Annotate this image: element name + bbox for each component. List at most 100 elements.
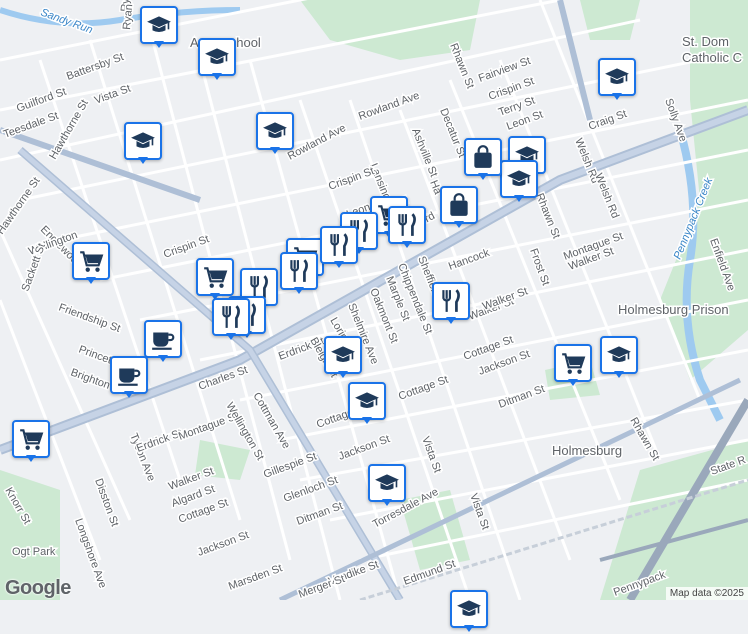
- pin-box: [554, 344, 592, 382]
- school-icon: [605, 68, 629, 85]
- pin-box: [124, 122, 162, 160]
- pin-tail: [124, 391, 134, 398]
- restaurant-pin[interactable]: [280, 252, 318, 296]
- pin-tail: [478, 173, 488, 180]
- grocery-cart-icon: [20, 429, 44, 450]
- cafe-pin[interactable]: [144, 320, 182, 364]
- pin-tail: [568, 379, 578, 386]
- restaurant-pin[interactable]: [388, 206, 426, 250]
- map-attribution: Map data ©2025: [665, 587, 748, 600]
- school-pin[interactable]: [124, 122, 162, 166]
- pin-box: [440, 186, 478, 224]
- school-icon: [205, 48, 229, 65]
- restaurant-icon: [442, 289, 460, 312]
- pin-tail: [212, 73, 222, 80]
- school-icon: [355, 392, 379, 409]
- restaurant-pin[interactable]: [320, 226, 358, 270]
- pin-tail: [514, 195, 524, 202]
- restaurant-pin[interactable]: [432, 282, 470, 326]
- pin-box: [12, 420, 50, 458]
- grocery-cart-icon: [80, 251, 104, 272]
- school-pin[interactable]: [348, 382, 386, 426]
- cafe-icon: [152, 332, 175, 350]
- grocery-pin[interactable]: [12, 420, 50, 464]
- pin-tail: [138, 157, 148, 164]
- school-pin[interactable]: [450, 590, 488, 634]
- restaurant-pin[interactable]: [212, 298, 250, 342]
- grocery-cart-icon: [204, 267, 228, 288]
- pin-box: [450, 590, 488, 628]
- pin-box: [144, 320, 182, 358]
- place-label-prison: Holmesburg Prison: [618, 302, 729, 317]
- shopping-pin[interactable]: [464, 138, 502, 182]
- street-label: Ogt Park: [12, 546, 56, 558]
- pin-tail: [382, 499, 392, 506]
- grocery-cart-icon: [562, 353, 586, 374]
- pin-box: [324, 336, 362, 374]
- restaurant-icon: [222, 305, 240, 328]
- restaurant-icon: [398, 213, 416, 236]
- shopping-bag-icon: [474, 145, 492, 168]
- school-pin[interactable]: [368, 464, 406, 508]
- cafe-pin[interactable]: [110, 356, 148, 400]
- pin-tail: [338, 371, 348, 378]
- pin-tail: [446, 317, 456, 324]
- school-icon: [375, 474, 399, 491]
- pin-box: [212, 298, 250, 336]
- google-logo: Google: [5, 577, 71, 599]
- restaurant-icon: [330, 233, 348, 256]
- school-pin[interactable]: [256, 112, 294, 156]
- pin-box: [598, 58, 636, 96]
- pin-box: [72, 242, 110, 280]
- pin-tail: [612, 93, 622, 100]
- pin-box: [140, 6, 178, 44]
- pin-box: [196, 258, 234, 296]
- shopping-pin[interactable]: [440, 186, 478, 230]
- school-icon: [607, 346, 631, 363]
- grocery-pin[interactable]: [72, 242, 110, 286]
- pin-box: [110, 356, 148, 394]
- pin-tail: [226, 333, 236, 340]
- school-icon: [507, 170, 531, 187]
- pin-box: [198, 38, 236, 76]
- pin-tail: [294, 287, 304, 294]
- school-pin[interactable]: [600, 336, 638, 380]
- pin-tail: [362, 417, 372, 424]
- school-pin[interactable]: [500, 160, 538, 204]
- pin-tail: [454, 221, 464, 228]
- school-pin[interactable]: [140, 6, 178, 50]
- pin-tail: [158, 355, 168, 362]
- pin-tail: [464, 625, 474, 632]
- pin-box: [368, 464, 406, 502]
- pin-box: [320, 226, 358, 264]
- place-label-holmesburg: Holmesburg: [552, 443, 622, 458]
- pin-box: [280, 252, 318, 290]
- pin-box: [348, 382, 386, 420]
- place-label-catholic: Catholic C: [682, 50, 742, 65]
- pin-box: [388, 206, 426, 244]
- school-pin[interactable]: [324, 336, 362, 380]
- school-icon: [131, 132, 155, 149]
- pin-tail: [614, 371, 624, 378]
- pin-tail: [334, 261, 344, 268]
- pin-box: [500, 160, 538, 198]
- grocery-pin[interactable]: [554, 344, 592, 388]
- place-label-stdom: St. Dom: [682, 34, 729, 49]
- shopping-bag-icon: [450, 193, 468, 216]
- pin-tail: [26, 455, 36, 462]
- street-label: Ryan: [121, 4, 135, 31]
- school-icon: [331, 346, 355, 363]
- school-pin[interactable]: [198, 38, 236, 82]
- pin-tail: [154, 41, 164, 48]
- school-pin[interactable]: [598, 58, 636, 102]
- pin-tail: [86, 277, 96, 284]
- pin-box: [432, 282, 470, 320]
- school-icon: [147, 16, 171, 33]
- school-icon: [263, 122, 287, 139]
- pin-tail: [270, 147, 280, 154]
- pin-box: [464, 138, 502, 176]
- cafe-icon: [118, 368, 141, 386]
- pin-box: [256, 112, 294, 150]
- pin-box: [600, 336, 638, 374]
- pin-tail: [402, 241, 412, 248]
